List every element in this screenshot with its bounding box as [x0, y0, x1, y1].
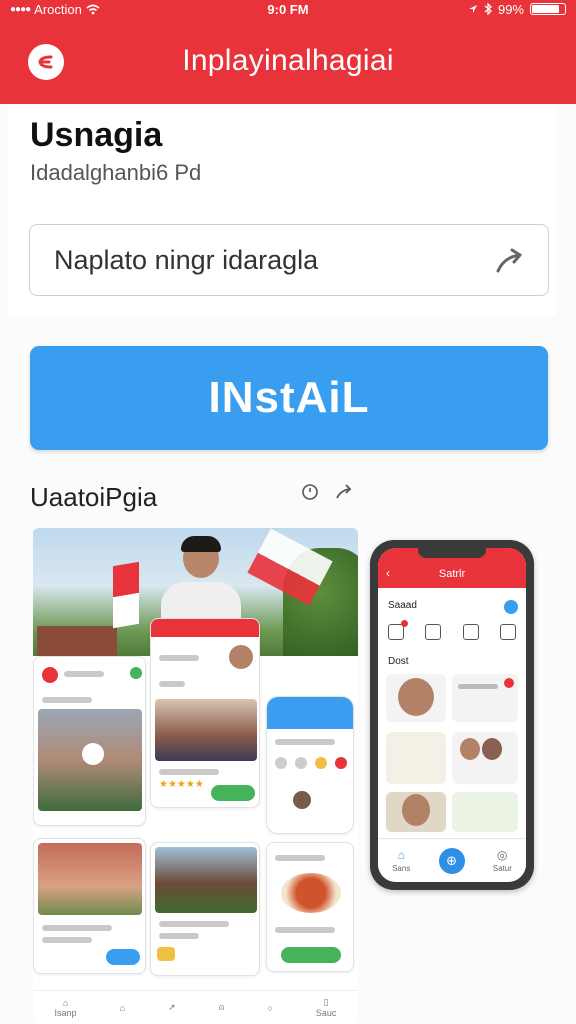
- phone-app-bar: ‹ Satrlr: [378, 548, 526, 588]
- section-title: UaatoiPgia: [30, 482, 158, 512]
- app-header-card: Usnagia Idadalghanbi6 Pd Naplato ningr i…: [8, 104, 556, 316]
- collage-tab-save: ▯ Sauc: [315, 997, 337, 1018]
- back-button[interactable]: [28, 44, 64, 80]
- bell-icon: ⍝: [218, 1002, 225, 1012]
- phone-label-2: Dost: [388, 656, 409, 667]
- phone-card-1: [386, 674, 446, 722]
- mini-screen-feed: [33, 656, 146, 826]
- phone-nav-settings: ◎ Satur: [492, 848, 512, 873]
- collage-tab-send: ➚: [168, 1002, 176, 1013]
- home-icon: ⌂: [62, 997, 69, 1008]
- share-arrow-icon[interactable]: [494, 245, 526, 277]
- phone-title: Satrlr: [438, 568, 466, 580]
- phone-nav-bar: ⌂ Sans ⊕ ◎ Satur: [378, 838, 526, 882]
- collage-tab-home: ⌂ Isanp: [54, 997, 77, 1018]
- phone-nav-add-button: ⊕: [438, 847, 465, 874]
- mini-screen-food: [266, 842, 354, 972]
- phone-label-1: Saaad: [388, 600, 417, 611]
- share-icon[interactable]: [334, 482, 354, 502]
- comment-icon[interactable]: [300, 482, 320, 502]
- carrier-label: Aroction: [34, 1, 82, 17]
- bluetooth-icon: [484, 3, 492, 15]
- phone-avatar: [504, 600, 518, 614]
- settings-icon: ◎: [497, 848, 508, 862]
- phone-icon-row: [388, 620, 516, 640]
- location-icon: [468, 5, 477, 13]
- square-icon: [499, 624, 516, 640]
- collage-tab-chat: ○: [267, 1003, 272, 1013]
- bookmark-icon: ▯: [323, 997, 329, 1007]
- mini-screen-contacts: [266, 696, 354, 834]
- phone-card-2: [452, 674, 518, 722]
- mini-screen-gallery: [33, 838, 146, 974]
- mini-screen-profile: ★★★★★: [150, 618, 260, 808]
- phone-card-5: [386, 792, 446, 832]
- collage-tab-alerts: ⍝: [219, 1002, 224, 1013]
- chat-icon: ○: [267, 1002, 273, 1013]
- send-icon: ➚: [168, 1002, 176, 1012]
- phone-nav-home: ⌂ Sans: [392, 848, 411, 873]
- collage-tab-bar: ⌂ Isanp ⌂ ➚ ⍝ ○ ▯ Sauc: [33, 990, 358, 1024]
- list-icon: [425, 624, 442, 640]
- search-field[interactable]: Naplato ningr idaragla: [29, 224, 549, 296]
- edit-icon: [462, 624, 479, 640]
- battery-percent: 99%: [497, 1, 524, 17]
- install-button[interactable]: INstAiL: [30, 346, 548, 450]
- mini-screen-places: [150, 842, 260, 976]
- phone-screen: ‹ Satrlr Saaad Dost ⌂ Sans ⊕ ◎ Satur: [378, 548, 526, 882]
- doc-icon: [388, 620, 408, 640]
- section-actions: [300, 482, 354, 502]
- phone-card-6: [452, 792, 518, 832]
- app-bar: Inplayinalhagiai: [0, 18, 576, 104]
- home-icon: ⌂: [397, 848, 405, 862]
- wifi-icon: [86, 4, 100, 14]
- back-arrow-icon: [38, 55, 53, 69]
- phone-mockup[interactable]: ‹ Satrlr Saaad Dost ⌂ Sans ⊕ ◎ Satur: [370, 540, 534, 890]
- collage-tab-explore: ⌂: [120, 1003, 125, 1013]
- house-icon: ⌂: [119, 1002, 126, 1013]
- status-bar: ●●●● Aroction 9:0 FM 99%: [0, 0, 576, 18]
- phone-card-3: [386, 732, 446, 784]
- app-developer: Idadalghanbi6 Pd: [30, 160, 202, 185]
- signal-icon: ●●●●: [10, 3, 31, 15]
- phone-card-4: [452, 732, 518, 784]
- search-field-value: Naplato ningr idaragla: [54, 244, 319, 275]
- screenshot-collage[interactable]: ★★★★★ ⌂ Isanp ⌂ ➚ ⍝ ○ ▯ Sauc: [33, 528, 358, 1024]
- battery-icon: [530, 3, 566, 15]
- app-bar-title: Inplayinalhagiai: [182, 44, 394, 77]
- status-time: 9:0 FM: [267, 1, 309, 17]
- app-store-screen: ●●●● Aroction 9:0 FM 99% Inplayinalhagia…: [0, 0, 576, 1024]
- app-name: Usnagia: [30, 116, 163, 154]
